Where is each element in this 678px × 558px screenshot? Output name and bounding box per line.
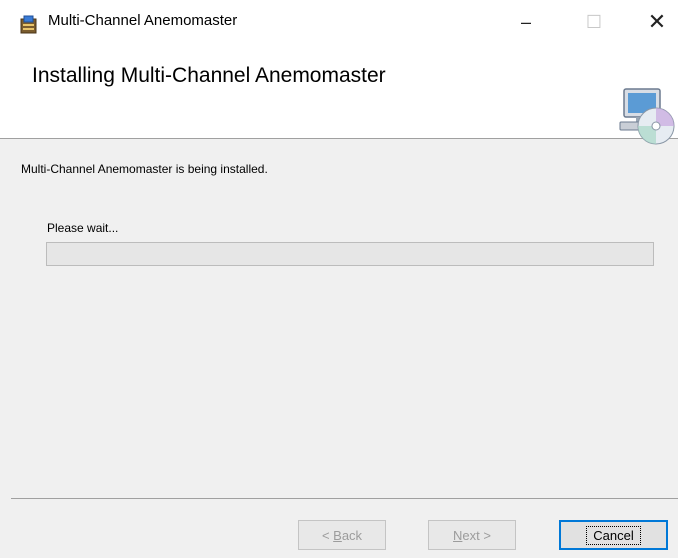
close-button[interactable]: ✕	[637, 8, 677, 36]
header-banner: Installing Multi-Channel Anemomaster	[0, 38, 678, 145]
close-icon: ✕	[647, 9, 667, 34]
page-title: Installing Multi-Channel Anemomaster	[32, 64, 386, 87]
status-text: Multi-Channel Anemomaster is being insta…	[21, 162, 268, 176]
maximize-button[interactable]: ☐	[574, 8, 614, 36]
minimize-icon: –	[520, 11, 531, 32]
maximize-icon: ☐	[585, 11, 603, 32]
minimize-button[interactable]: –	[506, 8, 546, 36]
cancel-button[interactable]: Cancel	[559, 520, 668, 550]
progress-bar	[46, 242, 654, 266]
install-body: Multi-Channel Anemomaster is being insta…	[0, 139, 678, 498]
window-title: Multi-Channel Anemomaster	[48, 12, 238, 29]
wait-label: Please wait...	[47, 221, 119, 235]
title-bar: Multi-Channel Anemomaster – ☐ ✕	[0, 0, 678, 38]
footer-divider	[11, 498, 678, 499]
installer-icon	[20, 15, 37, 34]
next-label: Next >	[453, 527, 491, 543]
next-button[interactable]: Next >	[428, 520, 516, 550]
cancel-label: Cancel	[586, 525, 641, 545]
back-label: < Back	[321, 527, 363, 543]
back-button[interactable]: < Back	[298, 520, 386, 550]
